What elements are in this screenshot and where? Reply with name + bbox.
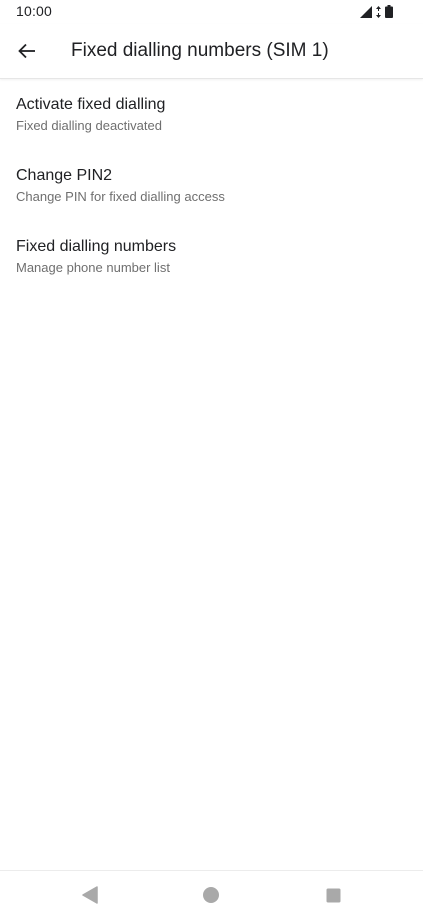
back-button[interactable] xyxy=(9,33,45,69)
arrow-back-icon xyxy=(18,43,35,59)
battery-icon xyxy=(385,5,393,18)
system-nav-bar xyxy=(0,870,423,919)
item-summary: Manage phone number list xyxy=(16,260,170,275)
nav-home-button[interactable] xyxy=(199,883,223,907)
signal-icon xyxy=(360,5,372,18)
item-summary: Fixed dialling deactivated xyxy=(16,118,162,133)
page-title: Fixed dialling numbers (SIM 1) xyxy=(71,40,329,61)
app-bar: Fixed dialling numbers (SIM 1) xyxy=(0,24,423,79)
settings-list: Activate fixed dialling Fixed dialling d… xyxy=(0,85,423,298)
nav-recents-button[interactable] xyxy=(321,883,345,907)
recents-square-icon xyxy=(326,888,340,902)
status-icons xyxy=(360,5,393,18)
status-time: 10:00 xyxy=(16,3,53,19)
back-triangle-icon xyxy=(82,886,98,904)
data-arrows-icon xyxy=(376,5,381,18)
status-bar: 10:00 xyxy=(0,0,423,24)
settings-item-change-pin2[interactable]: Change PIN2 Change PIN for fixed diallin… xyxy=(0,156,423,227)
settings-item-activate-fixed-dialling[interactable]: Activate fixed dialling Fixed dialling d… xyxy=(0,85,423,156)
home-circle-icon xyxy=(203,887,219,903)
item-title: Fixed dialling numbers xyxy=(16,238,177,255)
settings-item-fixed-dialling-numbers[interactable]: Fixed dialling numbers Manage phone numb… xyxy=(0,227,423,298)
item-title: Change PIN2 xyxy=(16,167,113,184)
item-title: Activate fixed dialling xyxy=(16,96,166,113)
item-summary: Change PIN for fixed dialling access xyxy=(16,189,225,204)
nav-back-button[interactable] xyxy=(78,883,102,907)
